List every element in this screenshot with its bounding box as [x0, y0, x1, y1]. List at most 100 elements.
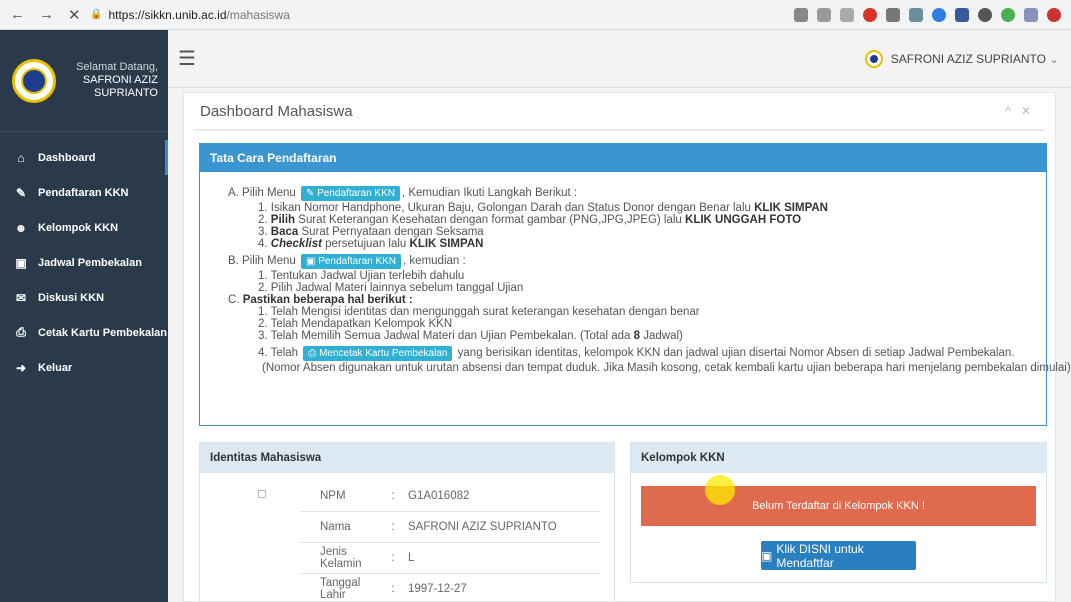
- sidebar-item-label: Kelompok KKN: [38, 221, 119, 234]
- reader-icon[interactable]: [817, 7, 831, 22]
- tata-cara-body: A. Pilih Menu ✎ Pendaftaran KKN, Kemudia…: [200, 172, 1071, 374]
- step-b2: 2. Pilih Jadwal Materi lainnya sebelum t…: [258, 282, 524, 294]
- sidebar-item-label: Pendaftaran KKN: [38, 186, 129, 199]
- sidebar-item-cetak[interactable]: ⎙ Cetak Kartu Pembekalan: [0, 315, 168, 350]
- sidebar-item-label: Diskusi KKN: [38, 291, 105, 304]
- row-value: G1A016082: [408, 490, 470, 502]
- collapse-icon[interactable]: ^: [1005, 104, 1011, 118]
- step-text: persetujuan lalu: [321, 238, 410, 250]
- sidebar-user-name: SAFRONI AZIZ SUPRIANTO: [82, 74, 158, 99]
- comments-icon: ✉: [15, 290, 27, 305]
- inline-button-label: Mencetak Kartu Pembekalan: [319, 348, 448, 359]
- users-icon: ☻: [14, 220, 28, 235]
- close-icon[interactable]: ✕: [1021, 104, 1031, 118]
- step-a1: 1. Isikan Nomor Handphone, Ukuran Baju, …: [228, 202, 1046, 214]
- forward-icon[interactable]: →: [39, 6, 54, 24]
- step-bold: Pastikan beberapa hal berikut :: [242, 294, 413, 306]
- extension-icon[interactable]: [978, 7, 992, 22]
- kelompok-header: Kelompok KKN: [631, 443, 1046, 473]
- row-sep: :: [391, 521, 395, 533]
- identitas-table: NPM: G1A016082 Nama: SAFRONI AZIZ SUPRIANT…: [300, 481, 600, 602]
- adblock-icon[interactable]: [863, 7, 877, 22]
- kelompok-card: Kelompok KKN Belum Terdaftar di Kelompok…: [630, 442, 1047, 583]
- extension-icon[interactable]: [886, 7, 900, 22]
- sidebar-item-jadwal[interactable]: ▣ Jadwal Pembekalan: [0, 245, 168, 280]
- user-dropdown[interactable]: SAFRONI AZIZ SUPRIANTO ⌄: [864, 49, 1059, 68]
- panel-tools: ^ ✕: [1005, 104, 1045, 118]
- step-b: B. Pilih Menu ▣ Pendaftaran KKN, kemudia…: [228, 254, 1046, 269]
- step-bold: KLIK SIMPAN: [409, 238, 484, 250]
- panel-header: Dashboard Mahasiswa ^ ✕: [194, 93, 1045, 131]
- calendar-icon: ▣: [761, 548, 773, 563]
- identitas-header: Identitas Mahasiswa: [200, 443, 614, 473]
- extension-bar: [794, 7, 1071, 22]
- top-navbar: ☰ SAFRONI AZIZ SUPRIANTO ⌄: [168, 30, 1071, 88]
- step-c1: 1. Telah Mengisi identitas dan mengungga…: [258, 306, 700, 318]
- row-key: Tanggal Lahir: [320, 577, 361, 601]
- pendaftaran-kkn-inline-button[interactable]: ▣ Pendaftaran KKN: [300, 254, 402, 269]
- step-text: 3.: [258, 226, 271, 238]
- step-c3: 3. Telah Memilih Semua Jadwal Materi dan…: [228, 330, 1046, 342]
- university-logo: [12, 58, 56, 103]
- extension-icon[interactable]: [932, 7, 946, 22]
- sidebar-item-label: Dashboard: [38, 151, 96, 164]
- step-text: Surat Keterangan Kesehatan dengan format…: [295, 214, 686, 226]
- row-key: Nama: [320, 521, 351, 533]
- url-host: https://sikkn.unib.ac.id: [108, 7, 227, 22]
- step-text: yang berisikan identitas, kelompok KKN d…: [454, 347, 1015, 359]
- calendar-icon: ▣: [305, 256, 319, 267]
- star-icon[interactable]: [840, 7, 854, 22]
- step-text: 2.: [258, 214, 271, 226]
- step-text: 4. Telah: [258, 347, 299, 359]
- table-row: Jenis Kelamin: L: [300, 543, 600, 574]
- sidebar-item-diskusi[interactable]: ✉ Diskusi KKN: [0, 280, 168, 315]
- sidebar-item-kelompok[interactable]: ☻ Kelompok KKN: [0, 210, 168, 245]
- row-sep: :: [391, 552, 395, 564]
- profile-avatar-icon[interactable]: [1047, 7, 1061, 22]
- close-icon[interactable]: ✕: [68, 6, 81, 24]
- table-row: NPM: G1A016082: [300, 481, 600, 512]
- lock-icon: 🔒: [90, 9, 103, 20]
- step-a: A. Pilih Menu ✎ Pendaftaran KKN, Kemudia…: [228, 186, 1046, 201]
- menu-toggle-icon[interactable]: ☰: [178, 46, 196, 71]
- step-a3: 3. Baca Surat Pernyataan dengan Seksama: [228, 226, 1046, 238]
- step-text: Surat Pernyataan dengan Seksama: [298, 226, 484, 238]
- step-c4: 4. Telah ⎙ Mencetak Kartu Pembekalan yan…: [228, 346, 1046, 361]
- browser-nav: ← → ✕: [0, 6, 90, 24]
- mouse-cursor-highlight: [705, 475, 735, 505]
- step-a2: 2. Pilih Surat Keterangan Kesehatan deng…: [228, 214, 1046, 226]
- pendaftaran-kkn-inline-button[interactable]: ✎ Pendaftaran KKN: [300, 186, 400, 201]
- step-c: C. Pastikan beberapa hal berikut :: [228, 294, 1046, 306]
- cetak-kartu-inline-button[interactable]: ⎙ Mencetak Kartu Pembekalan: [303, 346, 453, 361]
- sidebar-item-label: Jadwal Pembekalan: [38, 256, 142, 269]
- step-c-note: (Nomor Absen digunakan untuk urutan abse…: [262, 362, 1071, 374]
- step-bold: KLIK SIMPAN: [754, 202, 828, 214]
- sidebar-item-pendaftaran[interactable]: ✎ Pendaftaran KKN: [0, 175, 168, 210]
- sidebar-user-box: Selamat Datang, SAFRONI AZIZ SUPRIANTO: [0, 30, 168, 132]
- step-b-prefix: B. Pilih Menu: [228, 255, 296, 267]
- step-bold: Pilih: [270, 214, 296, 226]
- url-path: /mahasiswa: [226, 7, 290, 22]
- sign-out-icon: ➜: [15, 360, 27, 375]
- step-bold: Baca: [270, 226, 299, 238]
- key-icon[interactable]: [794, 7, 808, 22]
- extension-icon[interactable]: [955, 7, 969, 22]
- daftar-kelompok-button[interactable]: ▣ Klik DISNI untuk Mendaftfar: [761, 541, 916, 570]
- browser-toolbar: ← → ✕ 🔒 https://sikkn.unib.ac.id/mahasis…: [0, 0, 1071, 30]
- sidebar-item-dashboard[interactable]: ⌂ Dashboard: [0, 140, 168, 175]
- page-title: Dashboard Mahasiswa: [200, 102, 353, 120]
- php-icon[interactable]: [1024, 7, 1038, 22]
- user-dropdown-name: SAFRONI AZIZ SUPRIANTO: [890, 51, 1046, 66]
- address-bar[interactable]: 🔒 https://sikkn.unib.ac.id/mahasiswa: [90, 8, 794, 22]
- sidebar-item-keluar[interactable]: ➜ Keluar: [0, 350, 168, 385]
- calendar-icon: ▣: [15, 255, 27, 270]
- step-a4: 4. Checklist persetujuan lalu KLIK SIMPA…: [228, 238, 1046, 250]
- dashboard-panel: Dashboard Mahasiswa ^ ✕ Tata Cara Pendaf…: [183, 92, 1071, 602]
- extension-icon[interactable]: [909, 7, 923, 22]
- back-icon[interactable]: ←: [10, 6, 25, 24]
- row-value: 1997-12-27: [408, 583, 467, 595]
- print-icon: ⎙: [16, 325, 26, 339]
- step-b-suffix: , kemudian :: [403, 255, 466, 267]
- step-a-suffix: , Kemudian Ikuti Langkah Berikut :: [401, 187, 578, 199]
- extension-icon[interactable]: [1001, 7, 1015, 22]
